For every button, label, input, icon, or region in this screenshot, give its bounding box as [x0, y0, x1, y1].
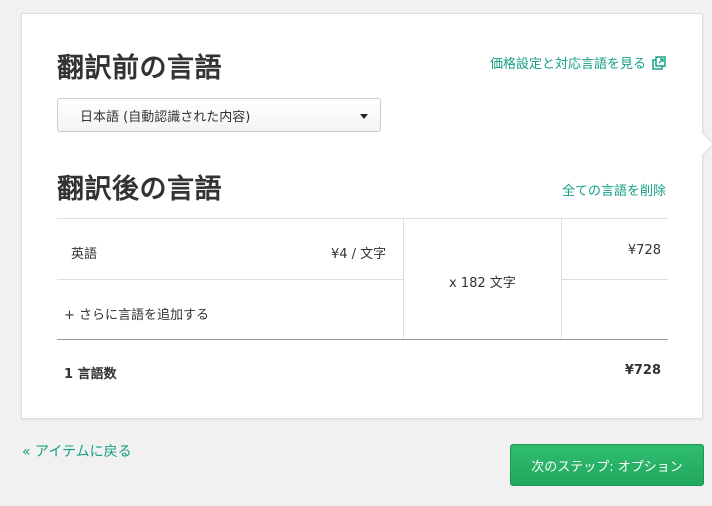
language-rate: ¥4 / 文字	[331, 247, 387, 262]
target-language-table: 英語 ¥4 / 文字 x 182 文字 ¥728 + さらに言語を追加する 1 …	[57, 218, 668, 396]
chevron-down-icon	[360, 114, 368, 119]
language-price: ¥728	[627, 243, 661, 258]
target-language-heading: 翻訳後の言語	[57, 174, 222, 205]
character-count: x 182 文字	[449, 276, 516, 291]
total-divider	[57, 339, 668, 340]
language-name: 英語	[71, 247, 98, 262]
table-divider	[57, 279, 403, 280]
add-language-link[interactable]: + さらに言語を追加する	[64, 304, 209, 323]
external-link-icon	[652, 55, 666, 70]
table-divider	[561, 279, 668, 280]
source-language-heading: 翻訳前の言語	[57, 53, 222, 84]
table-divider	[403, 219, 404, 339]
next-step-button[interactable]: 次のステップ: オプション	[510, 444, 704, 486]
back-to-item-link[interactable]: « アイテムに戻る	[22, 441, 132, 461]
pricing-link-label: 価格設定と対応言語を見る	[489, 57, 646, 72]
total-price: ¥728	[624, 363, 661, 378]
source-language-value: 日本語 (自動認識された内容)	[80, 109, 251, 125]
translation-card: 翻訳前の言語 価格設定と対応言語を見る 日本語 (自動認識された内容) 翻訳後の…	[21, 13, 712, 419]
remove-all-languages-link[interactable]: 全ての言語を削除	[562, 180, 666, 199]
pricing-link[interactable]: 価格設定と対応言語を見る	[490, 53, 666, 72]
card-pointer	[691, 132, 712, 156]
source-language-select[interactable]: 日本語 (自動認識された内容)	[57, 98, 381, 132]
total-language-count: 1 言語数	[64, 367, 117, 382]
